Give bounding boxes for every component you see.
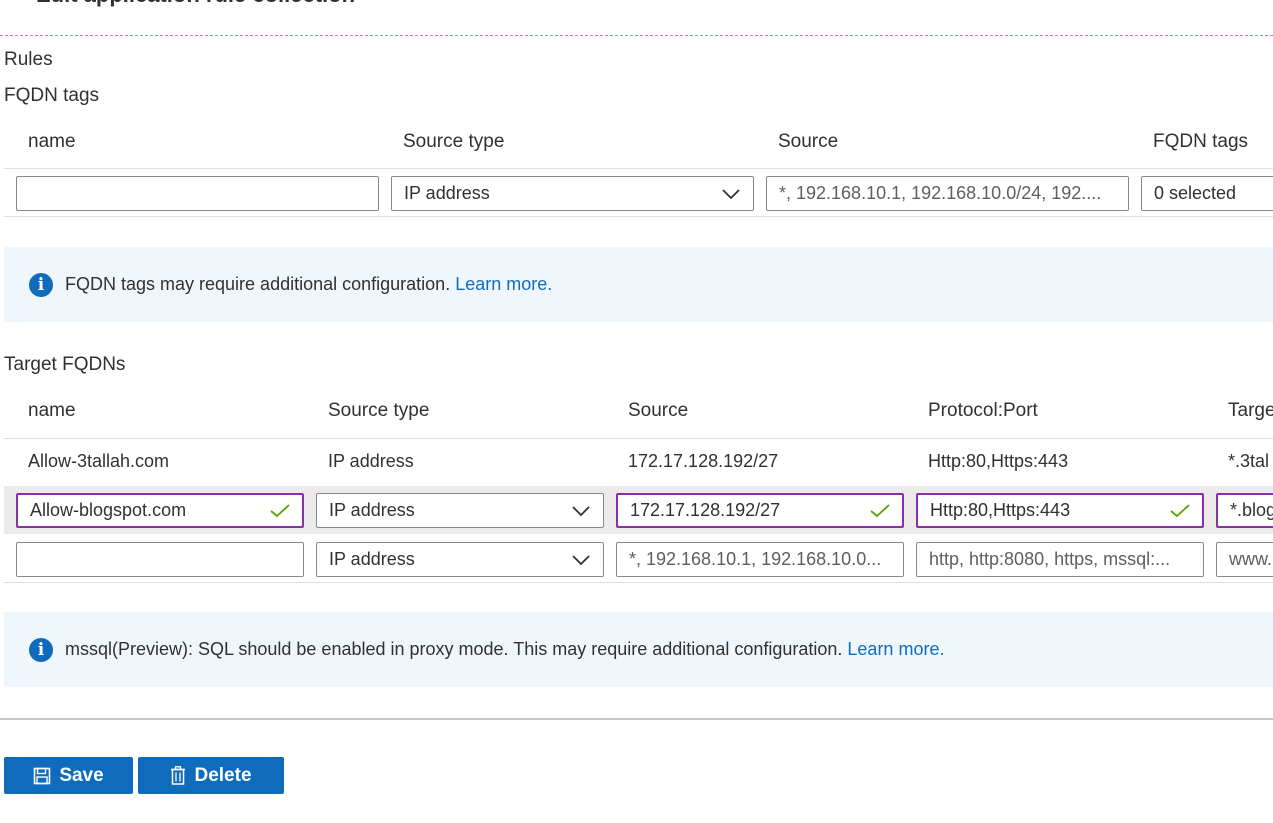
fqdn-col-tags: FQDN tags [1153,131,1249,152]
mssql-info-text: mssql(Preview): SQL should be enabled in… [65,639,843,659]
row3-protocol-port-input[interactable]: http, http:8080, https, mssql:... [916,542,1204,577]
row1-source-type: IP address [328,451,414,471]
target-col-target: Targe [1228,400,1273,421]
fqdn-info-text: FQDN tags may require additional configu… [65,274,451,294]
row1-protocol-port: Http:80,Https:443 [928,451,1069,471]
rules-label: Rules [4,49,53,70]
chevron-down-icon [722,188,740,199]
info-icon: i [29,637,53,662]
row1-name: Allow-3tallah.com [28,451,170,471]
row2-source-input[interactable]: 172.17.128.192/27 [616,493,904,528]
mssql-learn-more-link[interactable]: Learn more. [847,639,944,660]
fqdn-learn-more-link[interactable]: Learn more. [455,274,552,295]
checkmark-icon [870,503,890,517]
target-col-name: name [28,400,76,421]
row1-source: 172.17.128.192/27 [628,451,779,471]
fqdn-name-input[interactable] [16,176,379,211]
target-col-protocol-port: Protocol:Port [928,400,1038,421]
target-col-source: Source [628,400,689,421]
row2-target-input[interactable]: *.blog [1216,493,1273,528]
row2-protocol-port-input[interactable]: Http:80,Https:443 [916,493,1204,528]
save-button-label: Save [59,764,104,786]
checkmark-icon [1170,503,1190,517]
chevron-down-icon [572,554,590,565]
row2-source-type-dropdown[interactable]: IP address [316,493,604,528]
delete-button-label: Delete [194,764,252,786]
fqdn-col-source-type: Source type [403,131,505,152]
fqdn-source-input[interactable]: *, 192.168.10.1, 192.168.10.0/24, 192...… [766,176,1129,211]
info-icon: i [29,272,53,297]
row3-source-input[interactable]: *, 192.168.10.1, 192.168.10.0... [616,542,904,577]
row3-name-input[interactable] [16,542,304,577]
mssql-info-banner: i mssql(Preview): SQL should be enabled … [4,612,1273,687]
target-col-source-type: Source type [328,400,430,421]
row3-target-input[interactable]: www. [1216,542,1273,577]
delete-button[interactable]: Delete [138,757,284,794]
fqdn-col-source: Source [778,131,839,152]
row3-source-type-dropdown[interactable]: IP address [316,542,604,577]
row1-target: *.3tal [1228,451,1270,471]
chevron-down-icon [572,505,590,516]
trash-icon [171,766,186,785]
save-icon [34,767,51,784]
fqdn-info-banner: i FQDN tags may require additional confi… [4,247,1273,322]
fqdn-source-type-dropdown[interactable]: IP address [391,176,754,211]
footer-divider [0,718,1273,720]
fqdn-row-divider [4,216,1273,217]
checkmark-icon [270,503,290,517]
fqdn-header-divider [4,168,1273,169]
save-button[interactable]: Save [4,757,133,794]
row2-name-input[interactable]: Allow-blogspot.com [16,493,304,528]
title-divider [0,35,1273,36]
fqdn-tags-section-label: FQDN tags [4,85,100,106]
fqdn-col-name: name [28,131,76,152]
target-row-divider [4,582,1273,583]
fqdn-tags-dropdown[interactable]: 0 selected [1141,176,1273,211]
page-title: Edit application rule collection [36,0,355,8]
target-fqdns-section-label: Target FQDNs [4,354,126,375]
